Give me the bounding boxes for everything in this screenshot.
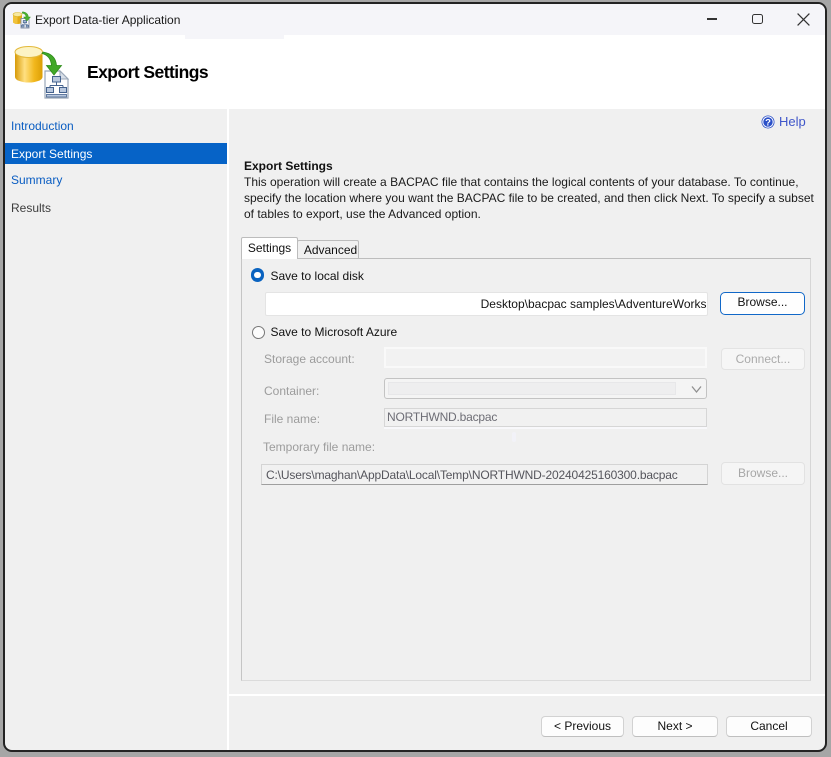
svg-text:?: ? (765, 117, 771, 128)
